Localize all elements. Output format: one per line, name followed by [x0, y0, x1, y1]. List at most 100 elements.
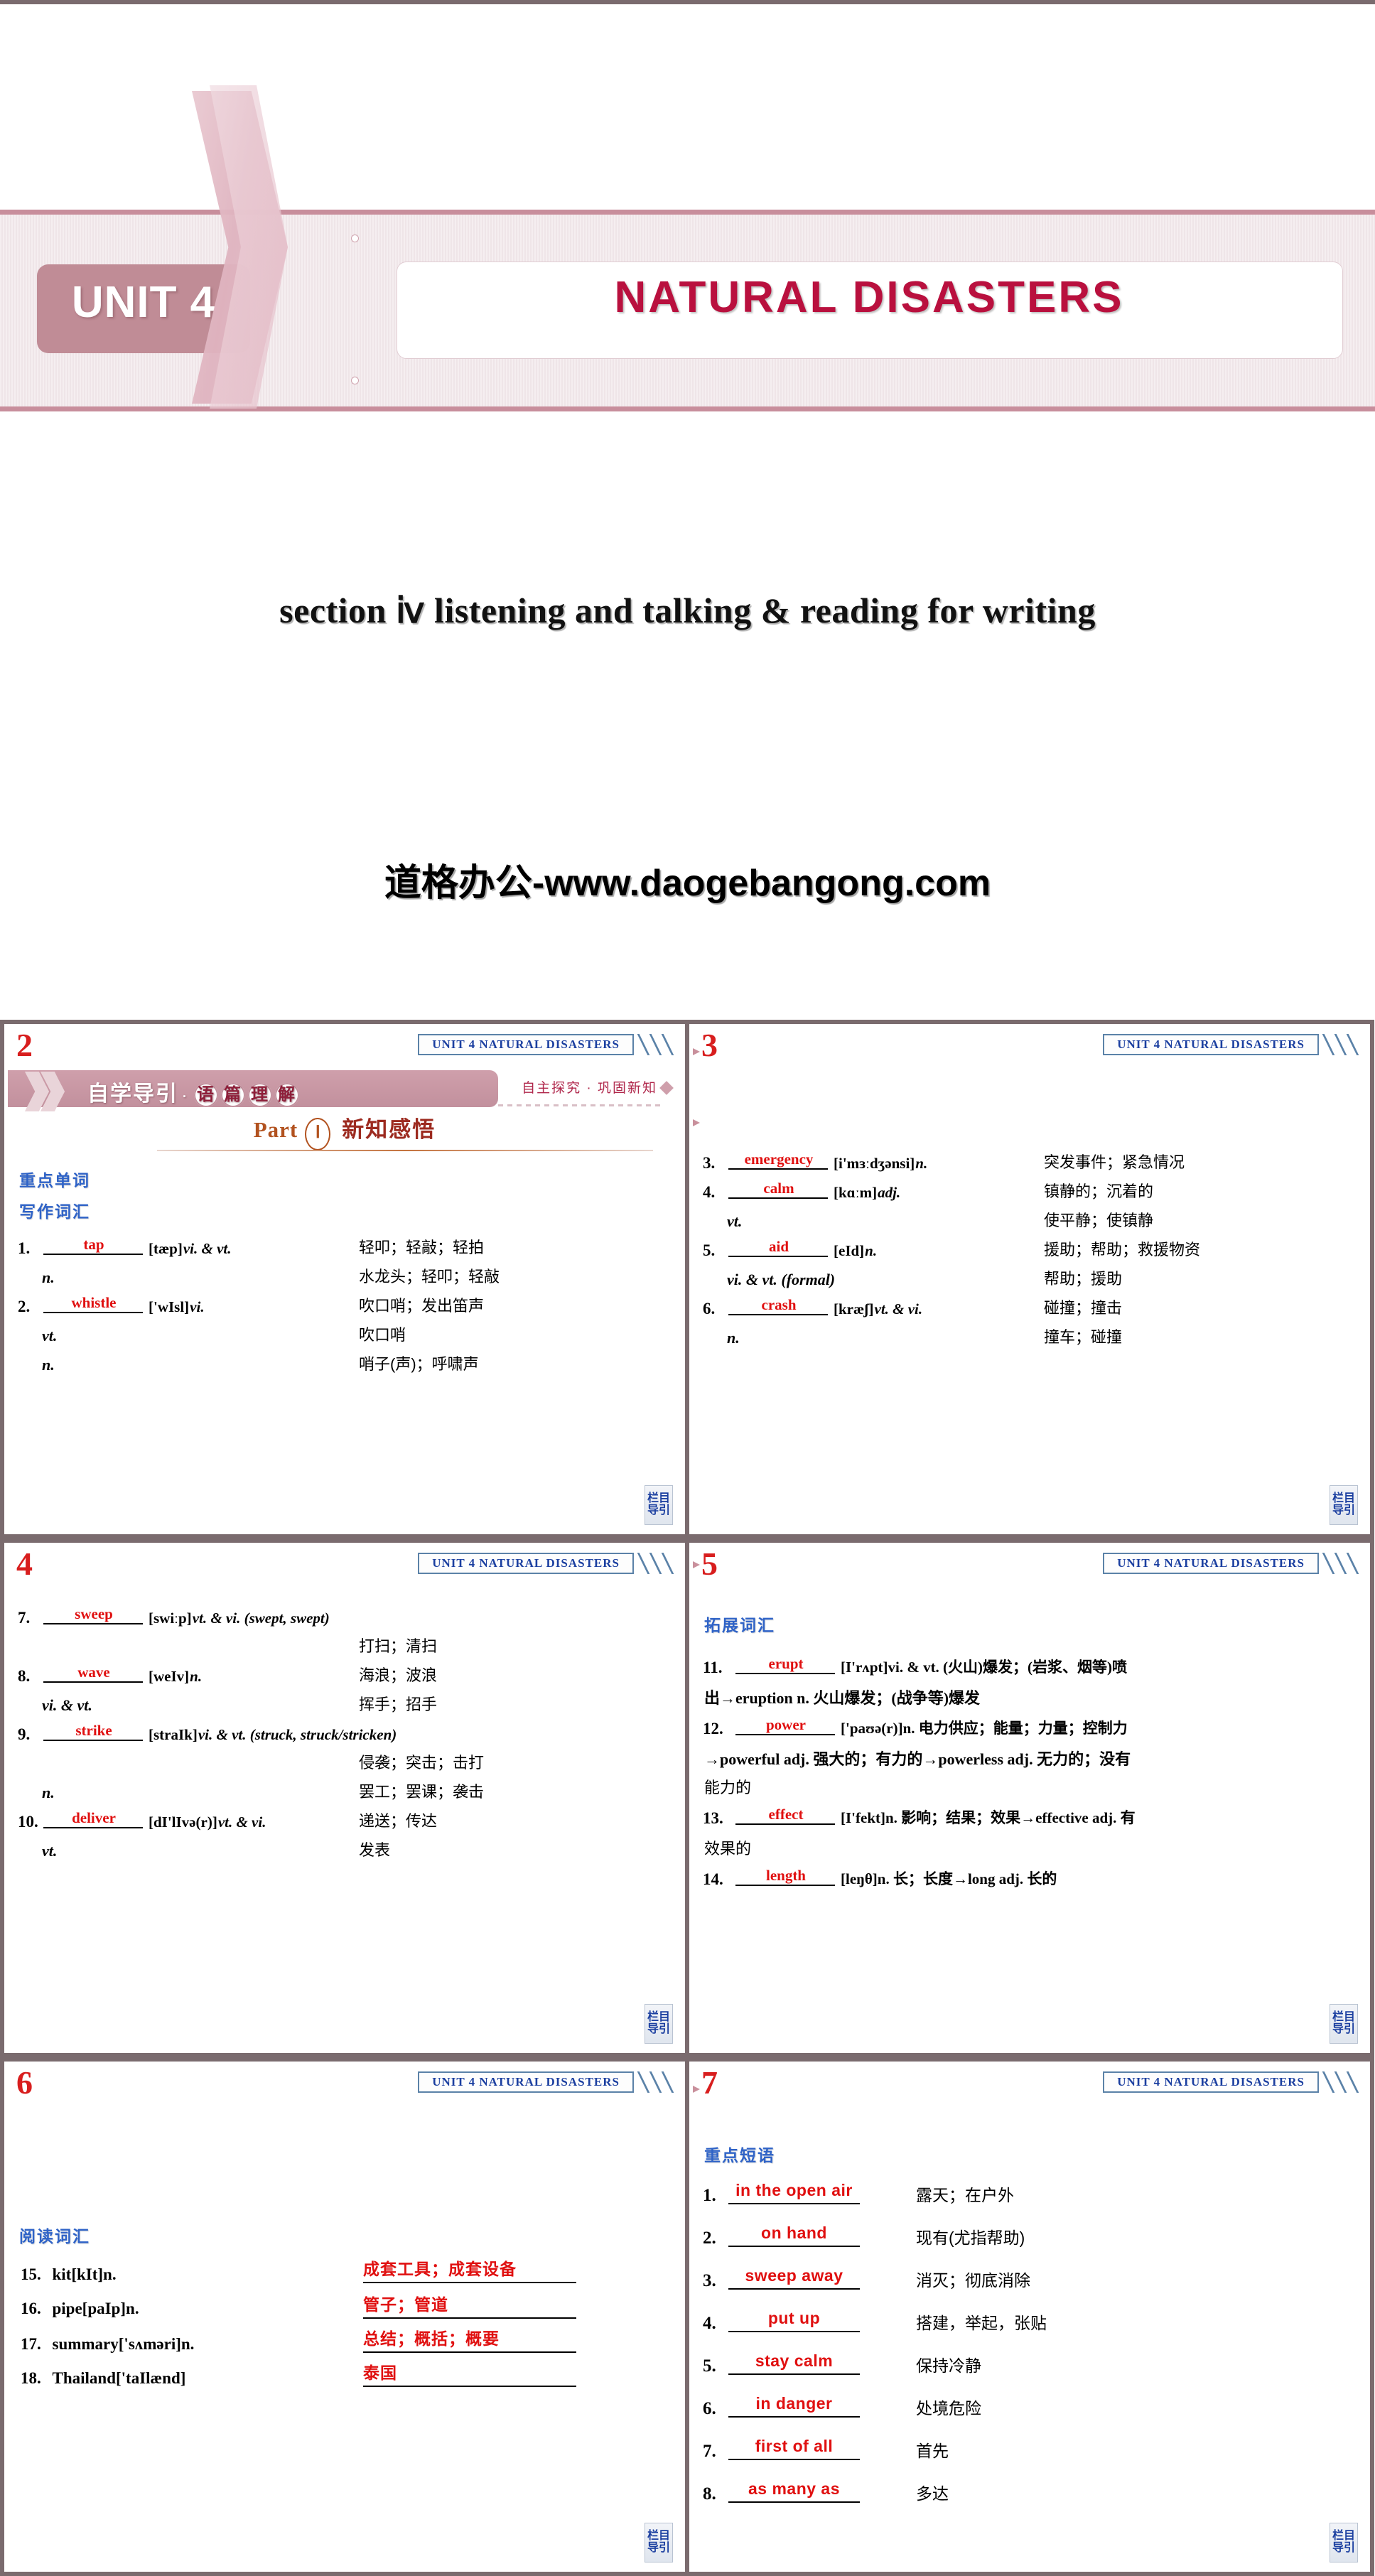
- chevron-dot-icon: [351, 377, 359, 384]
- guide-banner-c3: 理: [248, 1083, 272, 1108]
- phrase-answer: in danger: [755, 2394, 833, 2413]
- vocab-row: 9. strike [straIk] vi. & vt. (struck, st…: [18, 1720, 672, 1744]
- slide-number: 5: [701, 1546, 718, 1582]
- slide-5[interactable]: 5 UNIT 4 NATURAL DISASTERS 拓展词汇 11. erup…: [687, 1538, 1374, 2057]
- vocab-answer: effect: [768, 1806, 804, 1823]
- vocab-definition: [I'fekt]n. 影响；结果；效果→effective adj. 有: [841, 1809, 1136, 1826]
- reading-answer-blank[interactable]: 总结；概括；概要: [363, 2325, 576, 2353]
- phrase-number: 7.: [703, 2442, 716, 2461]
- vocab-blank[interactable]: deliver: [42, 1807, 149, 1831]
- phrase-meaning: 现有(尤指帮助): [916, 2229, 1025, 2247]
- vocab-definition: [leŋθ]n. 长；长度→long adj. 长的: [841, 1870, 1057, 1887]
- vocab-meaning: 撞车；碰撞: [1044, 1328, 1123, 1346]
- vocab-pos: n.: [915, 1155, 928, 1172]
- vocab-row: 4. calm [kɑːm] adj. 镇静的；沉着的: [703, 1177, 1357, 1202]
- nav-guide-button[interactable]: 栏目 导引: [645, 2004, 673, 2044]
- vocab-pos: n.: [42, 1784, 55, 1801]
- reading-number: 17.: [21, 2335, 41, 2353]
- phrase-row: 4. put up 搭建，举起，张贴: [703, 2305, 1047, 2334]
- phrase-blank[interactable]: put up: [728, 2305, 863, 2334]
- nav-guide-button[interactable]: 栏目 导引: [1330, 2004, 1358, 2044]
- vocab-answer: length: [765, 1867, 806, 1884]
- vocab-blank[interactable]: emergency: [727, 1148, 834, 1173]
- phrase-blank[interactable]: on hand: [728, 2220, 863, 2248]
- vocab-blank[interactable]: calm: [727, 1177, 834, 1202]
- nav-guide-button[interactable]: 栏目 导引: [645, 2523, 673, 2562]
- vocab-blank[interactable]: aid: [727, 1236, 834, 1260]
- slide-number: 4: [16, 1546, 33, 1582]
- vocab-definition: ['paʊə(r)]n. 电力供应；能量；力量；控制力: [841, 1720, 1128, 1737]
- vocab-blank[interactable]: sweep: [42, 1603, 149, 1627]
- phrase-blank[interactable]: in danger: [728, 2391, 863, 2419]
- phrase-answer: as many as: [748, 2479, 841, 2498]
- vocab-pos: vi. & vt.: [42, 1696, 92, 1714]
- vocab-blank[interactable]: whistle: [42, 1292, 149, 1316]
- dashed-divider: [498, 1104, 663, 1106]
- phrase-answer: put up: [767, 2309, 821, 2327]
- unit-banner: UNIT 4 NATURAL DISASTERS: [1103, 2071, 1359, 2093]
- nav-guide-line1: 栏目: [647, 2530, 670, 2543]
- vocab-blank[interactable]: tap: [42, 1234, 149, 1258]
- phrase-meaning: 保持冷静: [916, 2356, 981, 2375]
- reading-answer-blank[interactable]: 泰国: [363, 2359, 576, 2387]
- phrase-row: 6. in danger 处境危险: [703, 2391, 981, 2419]
- phrase-blank[interactable]: first of all: [728, 2433, 863, 2462]
- vocab-row: 2. whistle ['wIsl] vi. 吹口哨；发出笛声: [18, 1292, 672, 1316]
- vocab-row: vi. & vt. 挥手；招手: [18, 1691, 672, 1715]
- nav-guide-button[interactable]: 栏目 导引: [1330, 2523, 1358, 2562]
- vocab-meaning: 碰撞；撞击: [1044, 1299, 1123, 1317]
- vocab-blank[interactable]: strike: [42, 1720, 149, 1744]
- edge-marker-icon: [693, 1047, 700, 1056]
- page-title: NATURAL DISASTERS: [614, 273, 1124, 322]
- section-head-key-phrases: 重点短语: [704, 2146, 775, 2165]
- phrase-meaning: 首先: [916, 2442, 949, 2460]
- reading-answer: 总结；概括；概要: [363, 2329, 500, 2348]
- phrase-answer: on hand: [761, 2224, 827, 2242]
- vocab-row: 10. deliver [dI'lIvə(r)] vt. & vi. 递送；传达: [18, 1807, 672, 1831]
- phrase-blank[interactable]: in the open air: [728, 2177, 863, 2206]
- phrase-row: 2. on hand 现有(尤指帮助): [703, 2220, 1025, 2248]
- vocab-number: 5.: [703, 1241, 716, 1259]
- slide-3[interactable]: 3 UNIT 4 NATURAL DISASTERS 3. emergency …: [687, 1020, 1374, 1538]
- guide-banner-c4: 解: [275, 1083, 299, 1108]
- vocab-row: n. 撞车；碰撞: [703, 1323, 1357, 1347]
- vocab-pronunciation: [tæp]: [149, 1240, 183, 1257]
- reading-answer-blank[interactable]: 成套工具；成套设备: [363, 2256, 576, 2283]
- reading-answer-blank[interactable]: 管子；管道: [363, 2291, 576, 2319]
- vocab-number: 3.: [703, 1154, 716, 1172]
- vocab-pos: vi.: [190, 1298, 205, 1315]
- vocab-pronunciation: ['wIsl]: [149, 1298, 190, 1315]
- slide-2[interactable]: 2 UNIT 4 NATURAL DISASTERS 自学导引 · 语篇理解 自主探…: [0, 1020, 687, 1538]
- vocab-number: 9.: [18, 1725, 31, 1743]
- phrase-blank[interactable]: sweep away: [728, 2263, 863, 2291]
- slide-7[interactable]: 7 UNIT 4 NATURAL DISASTERS 重点短语 1. in th…: [687, 2057, 1374, 2576]
- vocab-row: vt. 吹口哨: [18, 1321, 672, 1345]
- phrase-blank[interactable]: stay calm: [728, 2348, 863, 2376]
- vocab-pos: vt.: [727, 1212, 743, 1230]
- vocab-meaning: 打扫；清扫: [359, 1637, 438, 1655]
- vocab-pronunciation: [dI'lIvə(r)]: [149, 1814, 217, 1831]
- slide-6[interactable]: 6 UNIT 4 NATURAL DISASTERS 阅读词汇 15. kit[…: [0, 2057, 687, 2576]
- vocab-blank[interactable]: wave: [42, 1661, 149, 1686]
- chevron-dot-icon: [351, 235, 359, 242]
- edge-marker-icon: [693, 1561, 700, 1569]
- vocab-blank[interactable]: length: [734, 1865, 841, 1889]
- vocab-blank[interactable]: erupt: [734, 1653, 841, 1677]
- vocab-blank[interactable]: power: [734, 1714, 841, 1738]
- vocab-pos: vt. & vi.: [874, 1300, 923, 1317]
- reading-word: 15. kit[kIt]n.: [21, 2265, 117, 2284]
- edge-marker-icon: [693, 1119, 700, 1127]
- vocab-blank[interactable]: effect: [734, 1804, 841, 1828]
- nav-guide-button[interactable]: 栏目 导引: [645, 1485, 673, 1525]
- slide-4[interactable]: 4 UNIT 4 NATURAL DISASTERS 7. sweep [swi…: [0, 1538, 687, 2057]
- phrase-blank[interactable]: as many as: [728, 2476, 863, 2504]
- vocab-number: 8.: [18, 1667, 31, 1685]
- vocab-blank[interactable]: crash: [727, 1294, 834, 1318]
- vocab-pos: adj.: [878, 1184, 901, 1201]
- nav-guide-line1: 栏目: [647, 1492, 670, 1505]
- nav-guide-button[interactable]: 栏目 导引: [1330, 1485, 1358, 1525]
- vocab-answer: erupt: [768, 1655, 804, 1672]
- vocab-row: vi. & vt. (formal) 帮助；援助: [703, 1265, 1357, 1289]
- nav-guide-line2: 导引: [647, 2023, 670, 2035]
- nav-guide-line1: 栏目: [647, 2011, 670, 2024]
